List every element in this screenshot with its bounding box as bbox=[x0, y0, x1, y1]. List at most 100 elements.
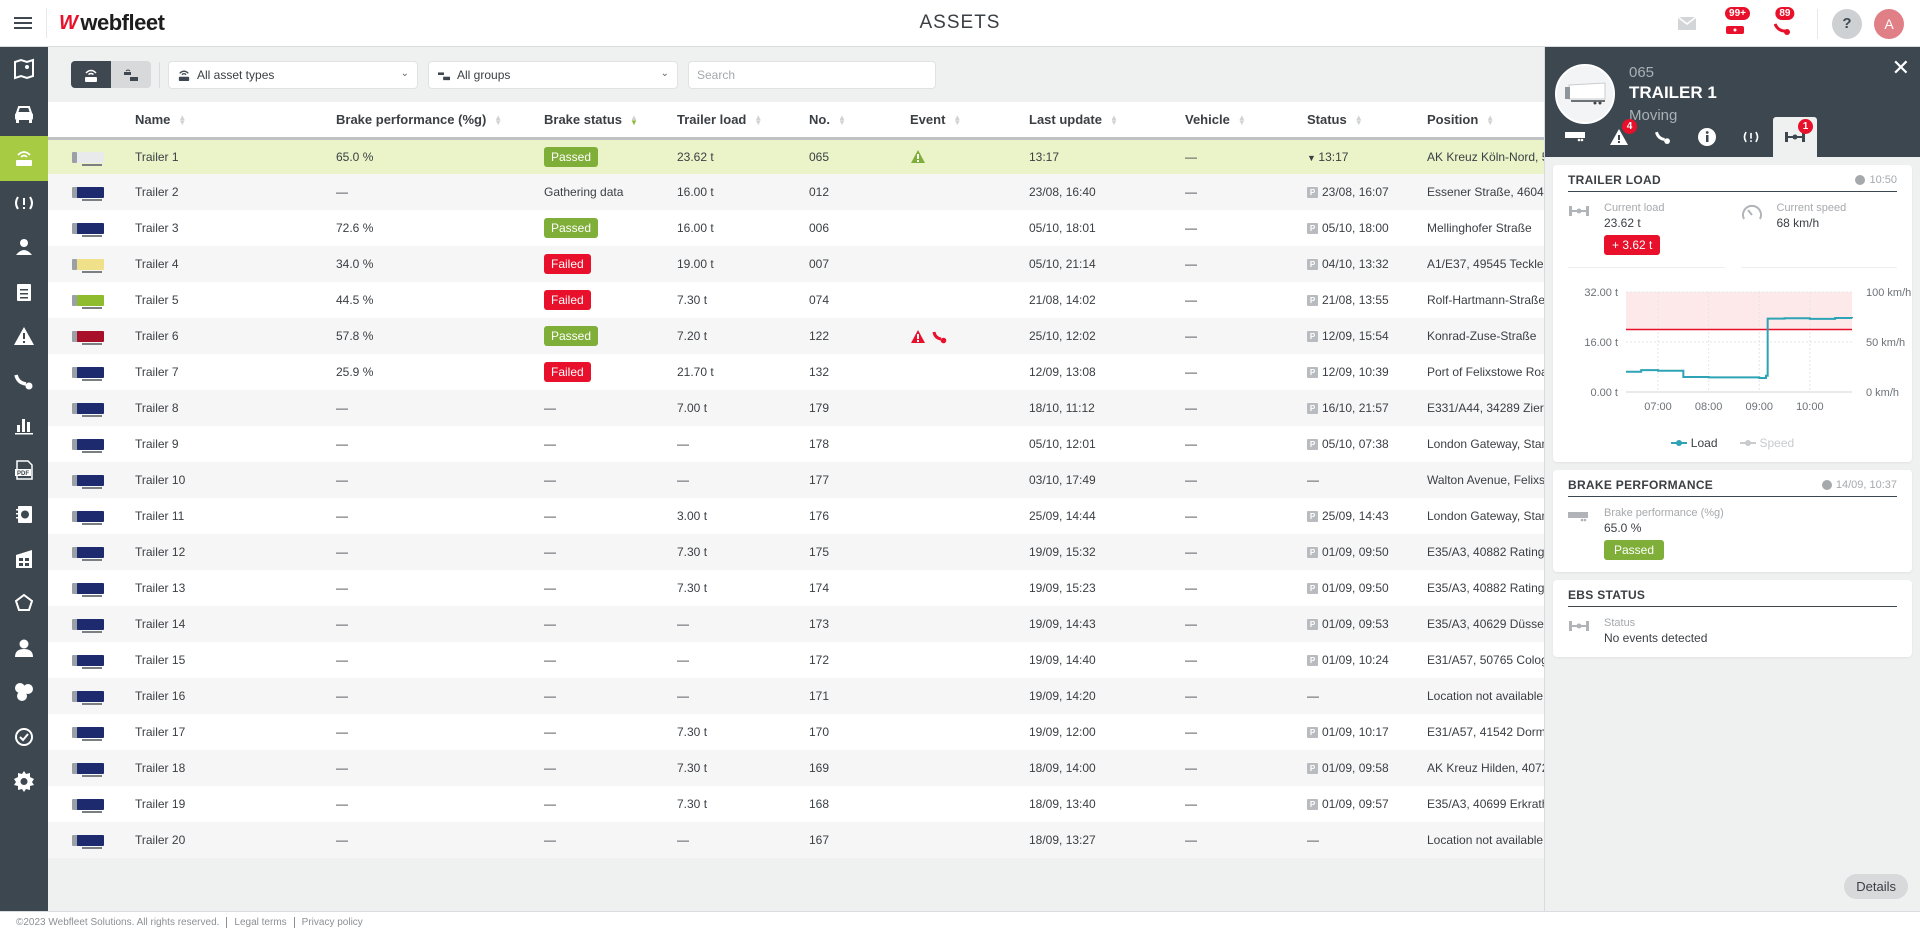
details-button[interactable]: Details bbox=[1844, 874, 1908, 899]
warning-icon[interactable] bbox=[910, 149, 926, 164]
card-timestamp: 14/09, 10:37 bbox=[1821, 479, 1897, 491]
menu-button[interactable] bbox=[0, 0, 46, 47]
tab-axle-load[interactable]: 1 bbox=[1773, 117, 1817, 157]
table-row[interactable]: Trailer 14 — — — 173 19/09, 14:43 — P 01/09, 09:… bbox=[48, 606, 1544, 642]
table-row[interactable]: Trailer 3 72.6 % Passed 16.00 t 006 05/10, 18… bbox=[48, 210, 1544, 246]
column-header-icon bbox=[48, 102, 135, 138]
cell-number: 169 bbox=[809, 761, 830, 775]
sidebar-item-orders[interactable] bbox=[0, 270, 48, 315]
privacy-policy-link[interactable]: Privacy policy bbox=[302, 917, 363, 928]
sidebar-item-costs[interactable] bbox=[0, 670, 48, 715]
legend-item-load[interactable]: Load bbox=[1670, 436, 1718, 450]
sidebar-item-pdf-reports[interactable]: PDF bbox=[0, 448, 48, 493]
cell-name: Trailer 20 bbox=[135, 833, 186, 847]
table-row[interactable]: Trailer 5 44.5 % Failed 7.30 t 074 21/08, 14:… bbox=[48, 282, 1544, 318]
column-header-brake-performance[interactable]: Brake performance (%g) ▲ ▼ bbox=[336, 102, 544, 138]
close-panel-button[interactable]: ✕ bbox=[1892, 57, 1910, 79]
legal-terms-link[interactable]: Legal terms bbox=[234, 917, 286, 928]
legend-item-speed[interactable]: Speed bbox=[1739, 436, 1794, 450]
cell-vehicle: — bbox=[1185, 509, 1197, 523]
cell-position: E35/A3, 40699 Erkrath bbox=[1427, 797, 1544, 811]
wrench-icon[interactable] bbox=[932, 329, 948, 344]
orders-icon bbox=[17, 283, 31, 301]
asset-type-select[interactable]: All asset types ⌄ bbox=[168, 60, 418, 89]
warning-icon[interactable] bbox=[910, 329, 926, 344]
axle-load-icon bbox=[1568, 617, 1604, 645]
group-select[interactable]: All groups ⌄ bbox=[428, 60, 678, 89]
sidebar-item-tyre-pressure[interactable] bbox=[0, 181, 48, 226]
parked-icon: P bbox=[1307, 223, 1318, 235]
single-asset-view-button[interactable] bbox=[71, 61, 111, 88]
trailer-icon bbox=[72, 439, 104, 454]
column-header-event[interactable]: Event ▲ ▼ bbox=[910, 102, 1029, 138]
sidebar-item-settings[interactable] bbox=[0, 759, 48, 804]
sidebar-item-alerts[interactable] bbox=[0, 314, 48, 359]
table-row[interactable]: Trailer 13 — — 7.30 t 174 19/09, 15:23 — P 01/09… bbox=[48, 570, 1544, 606]
table-row[interactable]: Trailer 10 — — — 177 03/10, 17:49 — — Walton Ave… bbox=[48, 462, 1544, 498]
sidebar-item-areas[interactable] bbox=[0, 581, 48, 626]
column-header-position[interactable]: Position ▲ ▼ bbox=[1427, 102, 1544, 138]
status-time: 01/09, 09:50 bbox=[1322, 545, 1389, 559]
user-avatar[interactable]: A bbox=[1874, 8, 1904, 39]
table-row[interactable]: Trailer 18 — — 7.30 t 169 18/09, 14:00 — P 01/09… bbox=[48, 750, 1544, 786]
sidebar-item-logbook[interactable] bbox=[0, 492, 48, 537]
cell-status: P 25/09, 14:43 bbox=[1307, 498, 1427, 534]
cell-trailer-load: 23.62 t bbox=[677, 149, 714, 164]
table-row[interactable]: Trailer 11 — — 3.00 t 176 25/09, 14:44 — P 25/09… bbox=[48, 498, 1544, 534]
cell-trailer-load: 21.70 t bbox=[677, 365, 714, 379]
column-header-brake-status[interactable]: Brake status ▲ ▼ bbox=[544, 102, 677, 138]
tab-trailer[interactable] bbox=[1553, 117, 1597, 157]
table-row[interactable]: Trailer 1 65.0 % Passed 23.62 t 065 13:17 — ▼ 1… bbox=[48, 138, 1544, 174]
column-header-status[interactable]: Status ▲ ▼ bbox=[1307, 102, 1427, 138]
table-row[interactable]: Trailer 6 57.8 % Passed 7.20 t 122 25/10, 12:… bbox=[48, 318, 1544, 354]
sidebar-item-assets[interactable] bbox=[0, 136, 48, 181]
sidebar-item-reports[interactable] bbox=[0, 403, 48, 448]
table-row[interactable]: Trailer 12 — — 7.30 t 175 19/09, 15:32 — P 01/09… bbox=[48, 534, 1544, 570]
sidebar-item-drivers[interactable] bbox=[0, 225, 48, 270]
messages-button[interactable] bbox=[1667, 4, 1707, 44]
sidebar-item-vehicles[interactable] bbox=[0, 92, 48, 137]
trailer-icon bbox=[72, 187, 104, 202]
table-row[interactable]: Trailer 4 34.0 % Failed 19.00 t 007 05/10, 21… bbox=[48, 246, 1544, 282]
help-button[interactable]: ? bbox=[1832, 8, 1862, 39]
cell-brake-performance: — bbox=[336, 689, 348, 703]
alarms-button[interactable]: 99+ bbox=[1715, 4, 1755, 44]
cell-event bbox=[910, 462, 1029, 498]
column-header-vehicle[interactable]: Vehicle ▲ ▼ bbox=[1185, 102, 1307, 138]
tab-tyre-pressure[interactable] bbox=[1729, 117, 1773, 157]
search-input[interactable] bbox=[688, 60, 936, 89]
load-chart: 0.00 t 16.00 t 32.00 t 0 km/h 50 km/h 100 km/… bbox=[1568, 282, 1911, 432]
cell-vehicle: — bbox=[1185, 293, 1197, 307]
column-header-number[interactable]: No. ▲ ▼ bbox=[809, 102, 910, 138]
logo[interactable]: W webfleet bbox=[59, 10, 165, 36]
sidebar-item-addresses[interactable] bbox=[0, 537, 48, 582]
table-row[interactable]: Trailer 8 — — 7.00 t 179 18/10, 11:12 — P 16/10,… bbox=[48, 390, 1544, 426]
sidebar-item-maintenance[interactable] bbox=[0, 359, 48, 404]
table-row[interactable]: Trailer 2 — Gathering data 16.00 t 012 23/08,… bbox=[48, 174, 1544, 210]
card-title: BRAKE PERFORMANCE bbox=[1568, 478, 1714, 492]
sidebar-item-users[interactable] bbox=[0, 626, 48, 671]
table-row[interactable]: Trailer 17 — — 7.30 t 170 19/09, 12:00 — P 01/09… bbox=[48, 714, 1544, 750]
table-row[interactable]: Trailer 19 — — 7.30 t 168 18/09, 13:40 — P 01/09… bbox=[48, 786, 1544, 822]
table-row[interactable]: Trailer 15 — — — 172 19/09, 14:40 — P 01/09, 10:… bbox=[48, 642, 1544, 678]
cell-position: E31/A57, 50765 Cologne bbox=[1427, 653, 1544, 667]
tab-alerts[interactable]: 4 bbox=[1597, 117, 1641, 157]
status-badge-failed: Failed bbox=[544, 290, 591, 310]
sidebar-item-map[interactable] bbox=[0, 47, 48, 92]
grouped-asset-view-button[interactable] bbox=[111, 61, 151, 88]
asset-type-value: All asset types bbox=[197, 67, 275, 82]
sidebar-item-services[interactable] bbox=[0, 715, 48, 760]
card-header: EBS STATUS bbox=[1568, 588, 1897, 607]
table-row[interactable]: Trailer 7 25.9 % Failed 21.70 t 132 12/09, 13… bbox=[48, 354, 1544, 390]
table-row[interactable]: Trailer 9 — — — 178 05/10, 12:01 — P 05/10, 07:3… bbox=[48, 426, 1544, 462]
column-header-last-update[interactable]: Last update ▲ ▼ bbox=[1029, 102, 1185, 138]
maintenance-alerts-button[interactable]: 89 bbox=[1763, 4, 1803, 44]
cell-brake-status: — bbox=[544, 678, 677, 714]
tab-info[interactable] bbox=[1685, 117, 1729, 157]
column-header-name[interactable]: Name ▲ ▼ bbox=[135, 102, 336, 138]
tab-maintenance[interactable] bbox=[1641, 117, 1685, 157]
cell-brake-status: — bbox=[544, 426, 677, 462]
table-row[interactable]: Trailer 20 — — — 167 18/09, 13:27 — — Location n… bbox=[48, 822, 1544, 858]
column-header-trailer-load[interactable]: Trailer load ▲ ▼ bbox=[677, 102, 809, 138]
table-row[interactable]: Trailer 16 — — — 171 19/09, 14:20 — — Location n… bbox=[48, 678, 1544, 714]
